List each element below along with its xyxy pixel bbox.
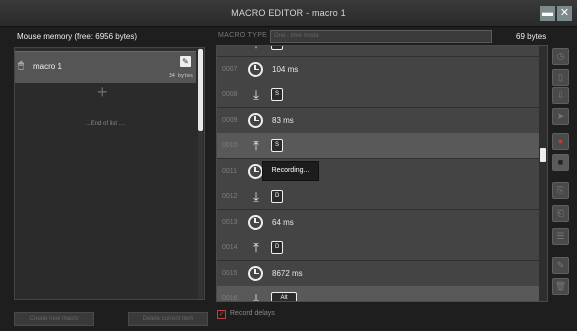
- record-icon[interactable]: ●: [552, 133, 569, 150]
- delay-value: 64 ms: [272, 217, 294, 227]
- macro-list-item[interactable]: 🖱 macro 1 ✎ 34 bytes: [15, 51, 196, 83]
- event-number: 0015: [222, 269, 238, 277]
- macro-list: 🖱 macro 1 ✎ 34 bytes + ...End of list ..…: [14, 47, 205, 300]
- macro-list-scrollbar[interactable]: [198, 49, 203, 131]
- event-row[interactable]: 0016 ⤓ Alt: [217, 286, 539, 302]
- key-up-icon: ⤒: [253, 240, 259, 255]
- event-row[interactable]: 0009 83 ms: [217, 107, 539, 134]
- trash-icon[interactable]: 🗑: [552, 278, 569, 295]
- key-badge: D: [271, 190, 284, 203]
- delay-value: 104 ms: [272, 64, 299, 74]
- clock-icon: [248, 163, 263, 179]
- minimize-button[interactable]: ▬: [540, 6, 555, 21]
- event-number: 0013: [222, 218, 238, 226]
- title-bar: MACRO EDITOR - macro 1 ▬ ✕: [0, 0, 577, 27]
- record-delays-label: Record delays: [230, 310, 275, 317]
- macro-type-select[interactable]: One - time mode: [270, 30, 492, 43]
- list-icon[interactable]: ☰: [552, 228, 569, 245]
- macro-bytes: 69 bytes: [516, 32, 547, 41]
- end-of-list-label: ...End of list ....: [85, 121, 126, 127]
- stop-icon[interactable]: ■: [552, 154, 569, 171]
- copy-icon[interactable]: ⎘: [552, 182, 569, 199]
- key-down-icon: ⤓: [253, 87, 259, 102]
- event-row[interactable]: 0007 104 ms: [217, 56, 539, 83]
- clock-icon: [248, 112, 263, 128]
- checkbox-icon[interactable]: ✓: [217, 310, 226, 319]
- key-icon[interactable]: ⇩: [552, 87, 569, 104]
- key-badge: S: [271, 139, 284, 152]
- event-number: 0008: [222, 91, 238, 98]
- key-badge: Alt: [271, 292, 297, 301]
- event-row[interactable]: 0013 64 ms: [217, 209, 539, 236]
- key-up-icon: ⤒: [253, 138, 259, 153]
- clock-icon: [248, 265, 263, 281]
- paste-icon[interactable]: ⎗: [552, 205, 569, 222]
- window-title: MACRO EDITOR - macro 1: [231, 8, 346, 18]
- macro-type-label: MACRO TYPE: [218, 32, 268, 39]
- event-row[interactable]: 0010 ⤒ S: [217, 133, 539, 159]
- delay-value: 83 ms: [272, 115, 294, 125]
- cursor-icon[interactable]: ➤: [552, 108, 569, 125]
- delay-icon[interactable]: ◷: [552, 48, 569, 65]
- create-macro-button[interactable]: Create new macro: [14, 312, 94, 326]
- event-row[interactable]: 0006 ⤒: [217, 46, 539, 57]
- key-down-icon: ⤓: [253, 189, 259, 204]
- close-button[interactable]: ✕: [557, 6, 572, 21]
- delay-value: 8672 ms: [272, 268, 303, 278]
- memory-label: Mouse memory (free: 6956 bytes): [17, 32, 138, 41]
- event-number: 0010: [222, 142, 238, 149]
- key-badge: S: [271, 88, 284, 101]
- event-list-scroll-track[interactable]: [539, 46, 547, 301]
- macro-icon: 🖱: [18, 60, 24, 71]
- recording-tooltip: Recording...: [262, 161, 319, 181]
- event-number: 0014: [222, 244, 238, 251]
- event-number: 0016: [222, 295, 238, 302]
- key-down-icon: ⤓: [253, 291, 259, 302]
- event-number: 0012: [222, 193, 238, 200]
- event-row[interactable]: 0015 8672 ms: [217, 260, 539, 287]
- event-number: 0009: [222, 116, 238, 124]
- event-number: 0011: [222, 167, 238, 175]
- event-row[interactable]: 0014 ⤒ D: [217, 235, 539, 261]
- edit-icon[interactable]: ✎: [552, 257, 569, 274]
- add-macro-button[interactable]: +: [97, 82, 108, 103]
- record-delays-checkbox[interactable]: ✓ Record delays: [217, 310, 275, 319]
- key-badge: [271, 46, 283, 50]
- delete-item-button[interactable]: Delete current item: [128, 312, 208, 326]
- event-row[interactable]: 0008 ⤓ S: [217, 82, 539, 108]
- event-number: 0007: [222, 65, 238, 73]
- key-up-icon: ⤒: [248, 46, 264, 52]
- macro-name: macro 1: [33, 62, 62, 71]
- event-row[interactable]: 0012 ⤓ D: [217, 184, 539, 210]
- edit-icon[interactable]: ✎: [180, 56, 191, 67]
- clock-icon: [248, 214, 263, 230]
- macro-size: 34 bytes: [168, 73, 193, 79]
- mouse-icon[interactable]: ▯: [552, 69, 569, 86]
- clock-icon: [248, 61, 263, 77]
- event-number: 0006: [222, 46, 238, 47]
- event-list-scrollbar[interactable]: [540, 148, 546, 162]
- key-badge: D: [271, 241, 284, 254]
